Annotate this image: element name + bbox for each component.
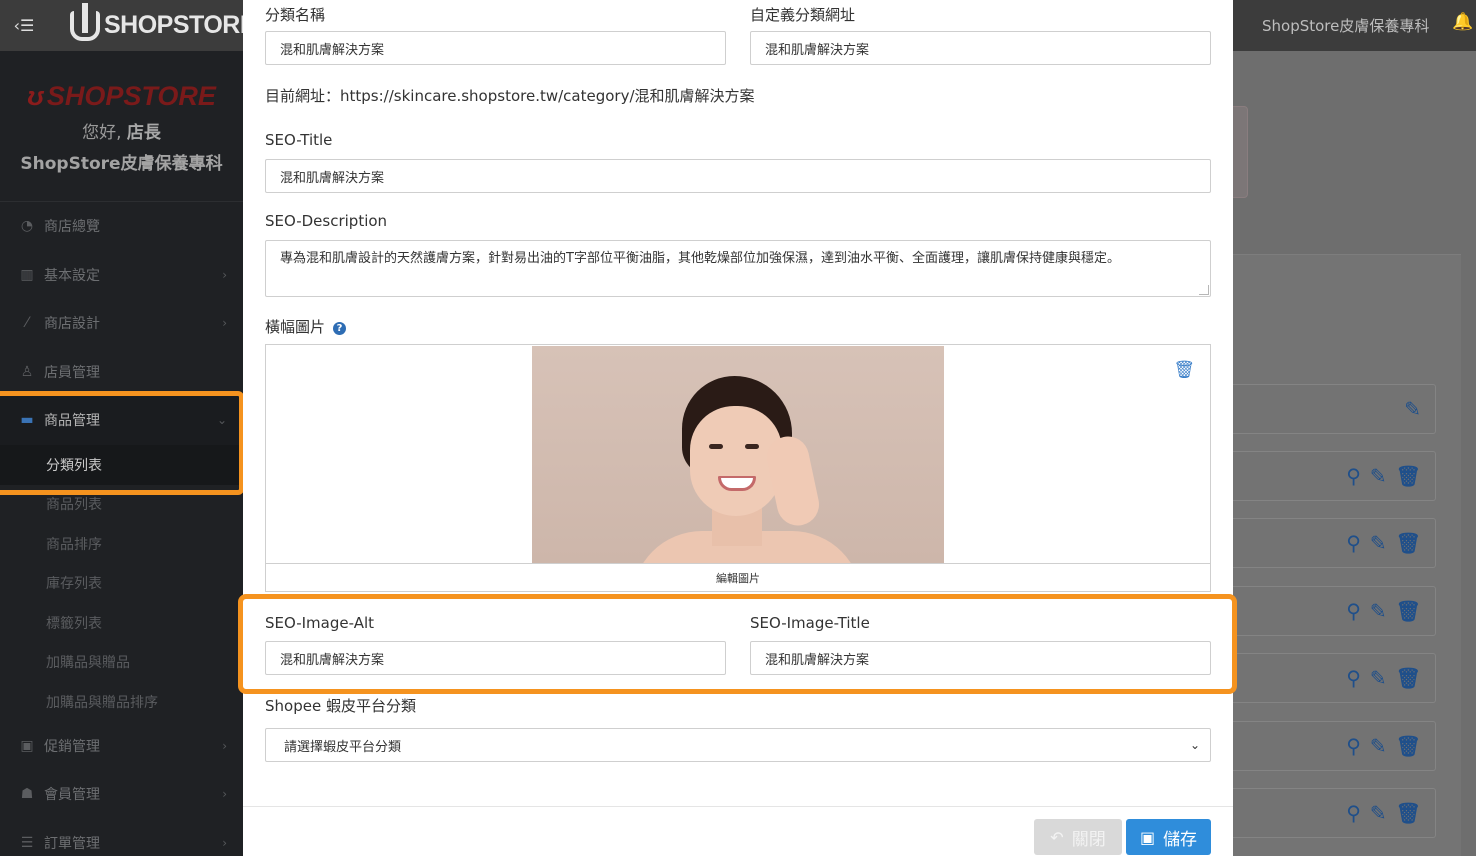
resize-handle-icon[interactable]: [1199, 285, 1209, 295]
sidebar-item-store-design[interactable]: ⁄ 商店設計 ›: [0, 299, 243, 348]
sidebar-greeting: 您好, 店長: [82, 123, 161, 143]
seo-description-label: SEO-Description: [265, 212, 388, 230]
trash-icon[interactable]: 🗑: [1396, 464, 1421, 488]
pencil-icon[interactable]: ✎: [1370, 599, 1387, 623]
pencil-icon[interactable]: ✎: [1404, 397, 1421, 421]
close-button[interactable]: ↶ 關閉: [1034, 819, 1122, 855]
sidebar-item-staff[interactable]: ♙ 店員管理: [0, 348, 243, 397]
table-row: ✎: [1233, 384, 1436, 434]
pencil-icon[interactable]: ✎: [1370, 734, 1387, 758]
modal-footer-divider: [243, 806, 1233, 807]
sidebar-sub-inventory[interactable]: 庫存列表: [0, 564, 243, 604]
banner-image: [532, 346, 944, 563]
header-logo[interactable]: SHOPSTORE: [70, 2, 257, 41]
sidebar-sub-category-list[interactable]: 分類列表: [0, 444, 243, 485]
sidebar-menu: ◔ 商店總覽 ▥ 基本設定 › ⁄ 商店設計 › ♙ 店員管理 ▬ 商品管理 ⌄ 分類列表 商品…: [0, 201, 243, 856]
table-row: ⚲ ✎ 🗑: [1233, 721, 1436, 771]
table-row: ⚲ ✎ 🗑: [1233, 788, 1436, 838]
current-url: 目前網址：https://skincare.shopstore.tw/categ…: [265, 87, 755, 105]
category-name-label: 分類名稱: [265, 6, 326, 24]
current-url-value: https://skincare.shopstore.tw/category/混…: [340, 87, 755, 105]
trash-icon[interactable]: 🗑: [1396, 531, 1421, 555]
custom-url-label: 自定義分類網址: [750, 6, 856, 24]
chevron-right-icon: ›: [222, 787, 227, 802]
sidebar-sub-tags[interactable]: 標籤列表: [0, 603, 243, 643]
user-lock-icon: ♙: [20, 363, 34, 380]
seo-image-title-label: SEO-Image-Title: [750, 614, 870, 632]
search-icon[interactable]: ⚲: [1346, 531, 1361, 555]
gift-icon: ▣: [20, 737, 34, 754]
chevron-down-icon: ⌄: [1189, 738, 1200, 752]
delete-image-icon[interactable]: 🗑: [1173, 360, 1195, 380]
bell-icon[interactable]: 🔔: [1452, 12, 1473, 32]
pencil-icon[interactable]: ✎: [1370, 531, 1387, 555]
seo-image-alt-input[interactable]: 混和肌膚解決方案: [265, 641, 726, 675]
chevron-down-icon: ⌄: [216, 413, 227, 428]
trash-icon[interactable]: 🗑: [1396, 599, 1421, 623]
edit-category-modal: 分類名稱 混和肌膚解決方案 自定義分類網址 混和肌膚解決方案 目前網址：http…: [243, 0, 1233, 856]
dashboard-icon: ◔: [20, 218, 34, 235]
table-row: ⚲ ✎ 🗑: [1233, 451, 1436, 501]
search-icon[interactable]: ⚲: [1346, 464, 1361, 488]
sidebar-item-promotions[interactable]: ▣ 促銷管理 ›: [0, 722, 243, 771]
trash-icon[interactable]: 🗑: [1396, 666, 1421, 690]
sidebar: ʊ SHOPSTORE 您好, 店長 ShopStore皮膚保養專科 ◔ 商店總覽 …: [0, 51, 243, 856]
sidebar-shop-name: ShopStore皮膚保養專科: [20, 154, 223, 174]
save-button[interactable]: ▣ 儲存: [1126, 819, 1211, 855]
sidebar-sub-addons-sort[interactable]: 加購品與贈品排序: [0, 682, 243, 722]
search-icon[interactable]: ⚲: [1346, 599, 1361, 623]
logo-mark-icon: [70, 2, 100, 41]
sidebar-sub-product-list[interactable]: 商品列表: [0, 485, 243, 525]
shopee-category-select[interactable]: 請選擇蝦皮平台分類 ⌄: [265, 728, 1211, 762]
cart-icon: ▬: [20, 412, 34, 429]
category-name-input[interactable]: 混和肌膚解決方案: [265, 31, 726, 65]
pencil-icon[interactable]: ✎: [1370, 801, 1387, 825]
search-icon[interactable]: ⚲: [1346, 801, 1361, 825]
custom-url-input[interactable]: 混和肌膚解決方案: [750, 31, 1211, 65]
users-icon: ☗: [20, 786, 34, 803]
chevron-right-icon: ›: [222, 738, 227, 753]
sidebar-sub-addons[interactable]: 加購品與贈品: [0, 643, 243, 683]
chevron-right-icon: ›: [222, 316, 227, 331]
background-card: [1233, 106, 1248, 198]
table-row: ⚲ ✎ 🗑: [1233, 518, 1436, 568]
menu-toggle-icon[interactable]: ‹☰: [0, 0, 48, 51]
help-icon[interactable]: ?: [333, 322, 347, 335]
seo-image-title-input[interactable]: 混和肌膚解決方案: [750, 641, 1211, 675]
table-row: ⚲ ✎ 🗑: [1233, 586, 1436, 636]
seo-description-textarea[interactable]: 專為混和肌膚設計的天然護膚方案，針對易出油的T字部位平衡油脂，其他乾燥部位加強保…: [265, 240, 1211, 297]
search-icon[interactable]: ⚲: [1346, 666, 1361, 690]
banner-image-label: 橫幅圖片?: [265, 316, 347, 337]
chevron-right-icon: ›: [222, 267, 227, 282]
bank-icon: ▥: [20, 266, 34, 283]
list-icon: ☰: [20, 834, 34, 851]
sidebar-brand: ʊ SHOPSTORE 您好, 店長 ShopStore皮膚保養專科: [0, 51, 243, 201]
magic-wand-icon: ⁄: [25, 315, 29, 332]
header-logo-text: SHOPSTORE: [104, 11, 257, 39]
pencil-icon[interactable]: ✎: [1370, 666, 1387, 690]
header-store-name[interactable]: ShopStore皮膚保養專科: [1262, 15, 1429, 36]
pencil-icon[interactable]: ✎: [1370, 464, 1387, 488]
edit-image-button[interactable]: 編輯圖片: [266, 563, 1210, 592]
sidebar-item-overview[interactable]: ◔ 商店總覽: [0, 202, 243, 251]
sidebar-item-products[interactable]: ▬ 商品管理 ⌄: [0, 396, 243, 445]
banner-image-box: 🗑 編輯圖片: [265, 344, 1211, 592]
sidebar-item-orders[interactable]: ☰ 訂單管理 ›: [0, 819, 243, 856]
seo-title-input[interactable]: 混和肌膚解決方案: [265, 159, 1211, 193]
sidebar-item-members[interactable]: ☗ 會員管理 ›: [0, 770, 243, 819]
sidebar-logo: ʊ SHOPSTORE: [27, 81, 216, 111]
search-icon[interactable]: ⚲: [1346, 734, 1361, 758]
seo-title-label: SEO-Title: [265, 131, 333, 149]
undo-icon: ↶: [1050, 827, 1064, 847]
sidebar-item-basic-settings[interactable]: ▥ 基本設定 ›: [0, 251, 243, 300]
chevron-right-icon: ›: [222, 835, 227, 850]
sidebar-sub-product-sort[interactable]: 商品排序: [0, 524, 243, 564]
floppy-disk-icon: ▣: [1139, 827, 1156, 847]
shopee-category-label: Shopee 蝦皮平台分類: [265, 697, 416, 715]
table-row: ⚲ ✎ 🗑: [1233, 653, 1436, 703]
trash-icon[interactable]: 🗑: [1396, 734, 1421, 758]
trash-icon[interactable]: 🗑: [1396, 801, 1421, 825]
seo-image-alt-label: SEO-Image-Alt: [265, 614, 375, 632]
